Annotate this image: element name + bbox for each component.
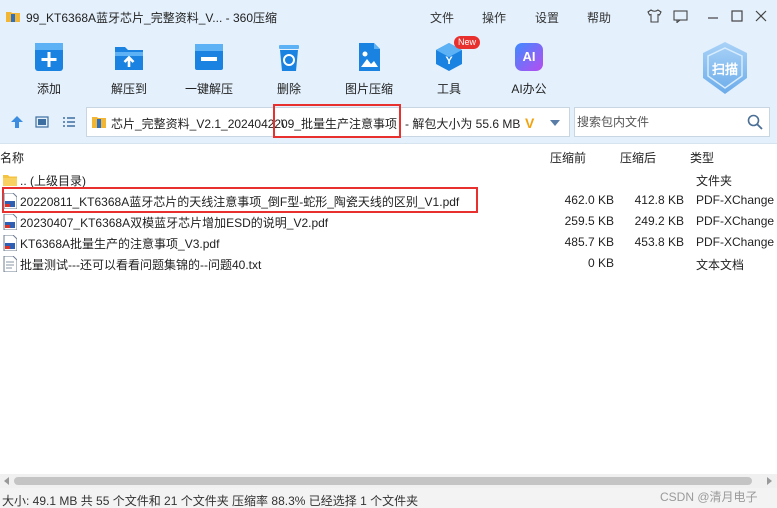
address-bar: 芯片_完整资料_V2.1_20240422\ 09_批量生产注意事项 - 解包大…: [0, 100, 777, 144]
window-title: 99_KT6368A蓝牙芯片_完整资料_V... - 360压缩: [26, 11, 277, 25]
status-bar: 大小: 49.1 MB 共 55 个文件和 21 个文件夹 压缩率 88.3% …: [0, 488, 777, 508]
text-file-icon: [3, 256, 17, 272]
menu-file[interactable]: 文件: [430, 9, 454, 26]
add-button[interactable]: 添加: [14, 40, 84, 96]
scroll-left-icon[interactable]: [3, 477, 11, 485]
archive-folder-icon: [92, 117, 106, 128]
ai-office-icon: AI: [512, 40, 546, 74]
extract-to-icon: [115, 47, 143, 70]
file-row-esd-pdf[interactable]: 20230407_KT6368A双模蓝牙芯片增加ESD的说明_V2.pdf 25…: [0, 211, 777, 232]
ai-icon-text: AI: [522, 49, 536, 64]
unpacked-size: 249.2 KB: [634, 214, 684, 228]
image-compress-label: 图片压缩: [344, 82, 393, 96]
status-text: 大小: 49.1 MB 共 55 个文件和 21 个文件夹 压缩率 88.3% …: [2, 494, 419, 508]
file-name: KT6368A批量生产的注意事项_V3.pdf: [20, 237, 220, 251]
delete-label: 删除: [276, 82, 301, 96]
search-icon[interactable]: [747, 114, 763, 130]
file-list-header: 名称 压缩前 压缩后 类型: [0, 144, 777, 168]
path-current-folder: 09_批量生产注意事项: [281, 117, 398, 131]
ai-office-button[interactable]: AI AI办公: [494, 40, 564, 96]
column-packed-size[interactable]: 压缩前: [550, 149, 586, 166]
watermark: CSDN @清月电子: [660, 490, 758, 504]
file-type: 文本文档: [696, 258, 745, 272]
extract-to-label: 解压到: [110, 82, 147, 96]
column-name[interactable]: 名称: [0, 149, 24, 166]
search-box: [574, 107, 770, 137]
packed-size: 485.7 KB: [564, 235, 614, 249]
scan-label: 扫描: [711, 62, 738, 77]
tools-label: 工具: [436, 82, 461, 96]
unpacked-size: 412.8 KB: [634, 193, 684, 207]
maximize-icon: [731, 10, 743, 22]
minimize-icon: [708, 17, 718, 19]
file-type: PDF-XChange: [696, 235, 775, 249]
file-row-antenna-pdf[interactable]: 20220811_KT6368A蓝牙芯片的天线注意事项_倒F型-蛇形_陶瓷天线的…: [0, 187, 777, 213]
unpack-size-text: - 解包大小为 55.6 MB: [405, 117, 521, 131]
file-type: PDF-XChange: [696, 214, 775, 228]
thumbnail-view-icon[interactable]: [35, 115, 49, 129]
svg-text:Y: Y: [445, 55, 453, 67]
column-type[interactable]: 类型: [690, 149, 714, 166]
image-compress-button[interactable]: 图片压缩: [334, 40, 404, 96]
file-name: 批量测试---还可以看看问题集锦的--问题40.txt: [20, 258, 262, 272]
delete-button[interactable]: 删除: [254, 40, 324, 96]
recycle-bin-icon: [279, 45, 299, 71]
up-arrow-icon[interactable]: [10, 115, 24, 129]
path-highlight-box: 09_批量生产注意事项: [273, 104, 401, 138]
archive-app-icon: [6, 12, 20, 22]
horizontal-scrollbar[interactable]: [0, 474, 777, 488]
one-click-extract-icon: [195, 44, 223, 70]
file-name: 20220811_KT6368A蓝牙芯片的天线注意事项_倒F型-蛇形_陶瓷天线的…: [20, 195, 460, 209]
minimize-button[interactable]: [705, 8, 721, 24]
feedback-button[interactable]: [672, 8, 688, 24]
extract-to-button[interactable]: 解压到: [94, 40, 164, 96]
close-button[interactable]: [753, 8, 769, 24]
unpacked-size: 453.8 KB: [634, 235, 684, 249]
pdf-file-icon: [3, 193, 17, 209]
one-click-extract-button[interactable]: 一键解压: [174, 40, 244, 96]
file-row-production-pdf[interactable]: KT6368A批量生产的注意事项_V3.pdf 485.7 KB 453.8 K…: [0, 232, 777, 253]
tools-button[interactable]: Y New 工具: [414, 36, 484, 96]
one-click-extract-label: 一键解压: [184, 82, 233, 96]
chevron-down-icon[interactable]: [549, 118, 561, 128]
pdf-file-icon: [3, 214, 17, 230]
scroll-right-icon[interactable]: [765, 477, 773, 485]
file-type: 文件夹: [696, 174, 733, 188]
folder-icon: [3, 175, 17, 186]
shirt-icon: [646, 9, 662, 23]
packed-size: 462.0 KB: [564, 193, 614, 207]
title-bar: 99_KT6368A蓝牙芯片_完整资料_V... - 360压缩 文件 操作 设…: [0, 0, 777, 32]
toolbar: 添加 解压到 一键解压 删除 图片压缩 Y New 工具 AI AI办公 扫描: [0, 32, 777, 100]
search-input[interactable]: [577, 110, 737, 134]
path-field[interactable]: 芯片_完整资料_V2.1_20240422\ 09_批量生产注意事项 - 解包大…: [86, 104, 570, 138]
menu-settings[interactable]: 设置: [535, 9, 559, 26]
close-icon: [755, 10, 767, 22]
add-label: 添加: [36, 82, 61, 96]
menu-operation[interactable]: 操作: [482, 9, 506, 26]
v-mark: V: [525, 115, 535, 131]
message-icon: [672, 9, 688, 23]
skin-button[interactable]: [646, 8, 662, 24]
pdf-file-icon: [3, 235, 17, 251]
scan-button[interactable]: 扫描: [699, 40, 751, 98]
list-view-icon[interactable]: [62, 115, 76, 129]
file-row-test-txt[interactable]: 批量测试---还可以看看问题集锦的--问题40.txt 0 KB 文本文档: [0, 253, 777, 274]
file-name: 20230407_KT6368A双模蓝牙芯片增加ESD的说明_V2.pdf: [20, 216, 329, 230]
ai-office-label: AI办公: [511, 82, 547, 96]
maximize-button[interactable]: [729, 8, 745, 24]
packed-size: 0 KB: [587, 256, 614, 270]
scrollbar-thumb[interactable]: [14, 477, 752, 485]
packed-size: 259.5 KB: [564, 214, 614, 228]
image-compress-icon: [359, 43, 380, 71]
column-unpacked-size[interactable]: 压缩后: [620, 149, 656, 166]
new-badge: New: [454, 36, 481, 49]
add-icon: [35, 43, 63, 71]
file-type: PDF-XChange: [696, 193, 775, 207]
menu-help[interactable]: 帮助: [587, 9, 611, 26]
